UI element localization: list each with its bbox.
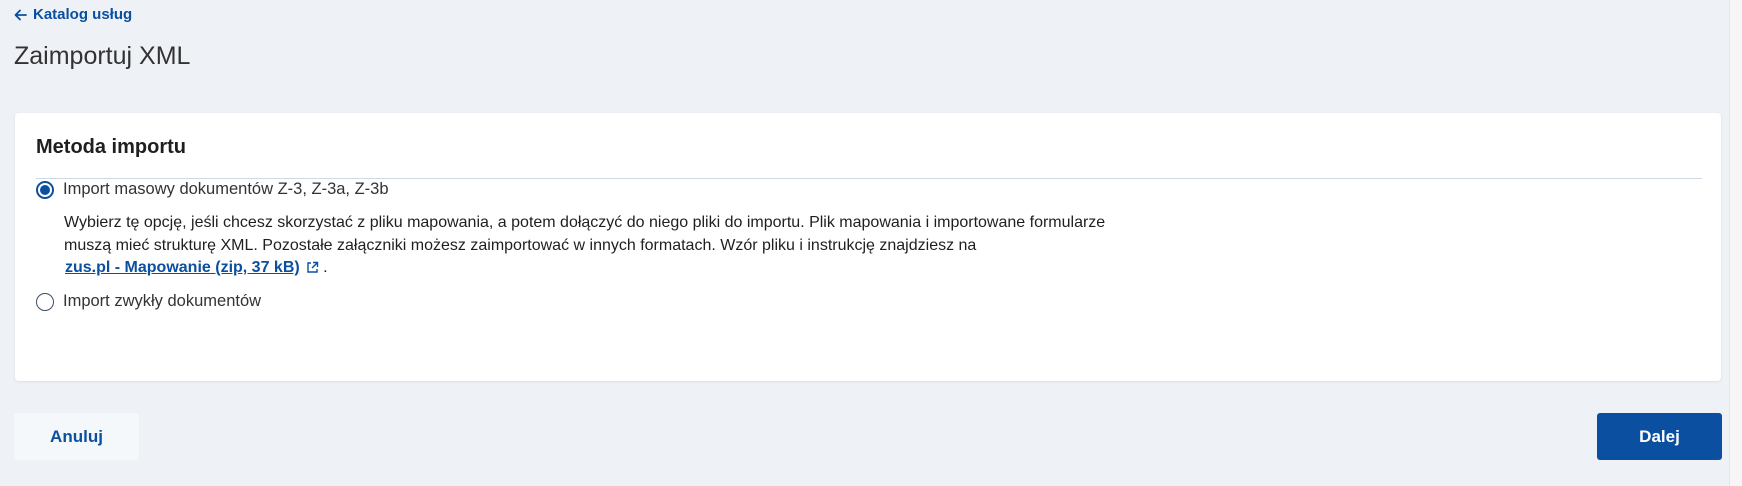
page-scrollbar[interactable] — [1729, 0, 1742, 486]
external-link-icon[interactable] — [306, 259, 319, 282]
mapping-file-link[interactable]: zus.pl - Mapowanie (zip, 37 kB) — [65, 259, 300, 276]
option-regular-import-label: Import zwykły dokumentów — [63, 292, 262, 310]
radio-bulk-import[interactable] — [36, 180, 54, 199]
arrow-left-icon — [14, 9, 27, 21]
card-title: Metoda importu — [36, 136, 186, 158]
radio-regular-import[interactable] — [36, 292, 54, 311]
cancel-button[interactable]: Anuluj — [14, 413, 139, 460]
back-link-katalog-uslug[interactable]: Katalog usług — [14, 6, 132, 23]
description-text: Wybierz tę opcję, jeśli chcesz skorzysta… — [64, 214, 1106, 254]
description-suffix: . — [323, 259, 328, 276]
divider — [36, 178, 1702, 179]
option-regular-import[interactable]: Import zwykły dokumentów — [36, 292, 261, 311]
option-bulk-import-label: Import masowy dokumentów Z-3, Z-3a, Z-3b — [63, 180, 389, 198]
option-bulk-import-description: Wybierz tę opcję, jeśli chcesz skorzysta… — [64, 212, 1144, 282]
option-bulk-import[interactable]: Import masowy dokumentów Z-3, Z-3a, Z-3b — [36, 180, 389, 199]
page-title: Zaimportuj XML — [14, 42, 191, 70]
import-method-card: Metoda importu Import masowy dokumentów … — [15, 113, 1721, 381]
next-button[interactable]: Dalej — [1597, 413, 1722, 460]
radio-selected-dot — [40, 184, 50, 195]
back-link-label: Katalog usług — [33, 6, 133, 23]
